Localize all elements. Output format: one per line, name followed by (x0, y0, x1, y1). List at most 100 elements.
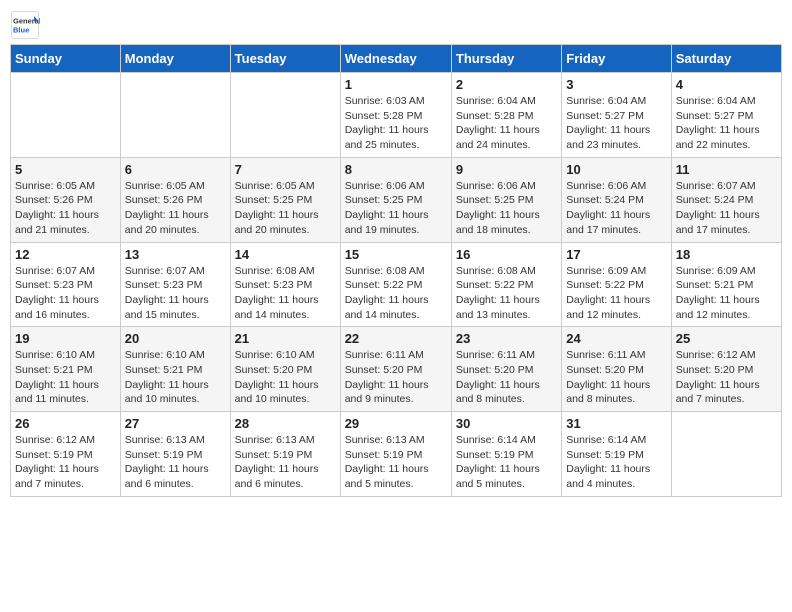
calendar-cell: 9 Sunrise: 6:06 AMSunset: 5:25 PMDaylight… (451, 157, 561, 242)
day-info: Sunrise: 6:11 AMSunset: 5:20 PMDaylight:… (566, 348, 666, 407)
calendar-cell (671, 412, 781, 497)
header-cell-thursday: Thursday (451, 45, 561, 73)
calendar-cell: 1 Sunrise: 6:03 AMSunset: 5:28 PMDaylight… (340, 73, 451, 158)
calendar-cell: 5 Sunrise: 6:05 AMSunset: 5:26 PMDaylight… (11, 157, 121, 242)
calendar-cell: 16 Sunrise: 6:08 AMSunset: 5:22 PMDayligh… (451, 242, 561, 327)
calendar-cell: 24 Sunrise: 6:11 AMSunset: 5:20 PMDayligh… (562, 327, 671, 412)
calendar-header-row: SundayMondayTuesdayWednesdayThursdayFrid… (11, 45, 782, 73)
day-info: Sunrise: 6:12 AMSunset: 5:20 PMDaylight:… (676, 348, 777, 407)
day-number: 2 (456, 77, 557, 92)
day-number: 29 (345, 416, 447, 431)
day-number: 4 (676, 77, 777, 92)
header-cell-friday: Friday (562, 45, 671, 73)
calendar-week-1: 1 Sunrise: 6:03 AMSunset: 5:28 PMDaylight… (11, 73, 782, 158)
calendar-cell: 6 Sunrise: 6:05 AMSunset: 5:26 PMDaylight… (120, 157, 230, 242)
day-info: Sunrise: 6:11 AMSunset: 5:20 PMDaylight:… (345, 348, 447, 407)
day-info: Sunrise: 6:10 AMSunset: 5:21 PMDaylight:… (15, 348, 116, 407)
day-info: Sunrise: 6:13 AMSunset: 5:19 PMDaylight:… (125, 433, 226, 492)
day-info: Sunrise: 6:04 AMSunset: 5:27 PMDaylight:… (566, 94, 666, 153)
day-number: 6 (125, 162, 226, 177)
header-cell-sunday: Sunday (11, 45, 121, 73)
calendar-cell (230, 73, 340, 158)
calendar-cell: 3Sunrise: 6:04 AMSunset: 5:27 PMDaylight… (562, 73, 671, 158)
calendar-cell: 30Sunrise: 6:14 AMSunset: 5:19 PMDayligh… (451, 412, 561, 497)
calendar-cell: 27 Sunrise: 6:13 AMSunset: 5:19 PMDayligh… (120, 412, 230, 497)
calendar-cell: 23 Sunrise: 6:11 AMSunset: 5:20 PMDayligh… (451, 327, 561, 412)
calendar-table: SundayMondayTuesdayWednesdayThursdayFrid… (10, 44, 782, 497)
day-info: Sunrise: 6:11 AMSunset: 5:20 PMDaylight:… (456, 348, 557, 407)
day-info: Sunrise: 6:08 AMSunset: 5:22 PMDaylight:… (345, 264, 447, 323)
calendar-cell: 17 Sunrise: 6:09 AMSunset: 5:22 PMDayligh… (562, 242, 671, 327)
logo-icon: General Blue (10, 10, 40, 40)
calendar-cell: 28Sunrise: 6:13 AMSunset: 5:19 PMDayligh… (230, 412, 340, 497)
day-number: 23 (456, 331, 557, 346)
header-cell-monday: Monday (120, 45, 230, 73)
calendar-cell: 7Sunrise: 6:05 AMSunset: 5:25 PMDaylight… (230, 157, 340, 242)
day-number: 18 (676, 247, 777, 262)
day-number: 12 (15, 247, 116, 262)
svg-text:Blue: Blue (13, 26, 29, 35)
day-info: Sunrise: 6:08 AMSunset: 5:23 PMDaylight:… (235, 264, 336, 323)
day-info: Sunrise: 6:05 AMSunset: 5:26 PMDaylight:… (15, 179, 116, 238)
day-info: Sunrise: 6:10 AMSunset: 5:20 PMDaylight:… (235, 348, 336, 407)
day-number: 1 (345, 77, 447, 92)
calendar-cell: 8 Sunrise: 6:06 AMSunset: 5:25 PMDaylight… (340, 157, 451, 242)
page-header: General Blue (10, 10, 782, 40)
calendar-cell: 15 Sunrise: 6:08 AMSunset: 5:22 PMDayligh… (340, 242, 451, 327)
calendar-cell: 22Sunrise: 6:11 AMSunset: 5:20 PMDayligh… (340, 327, 451, 412)
calendar-cell: 25 Sunrise: 6:12 AMSunset: 5:20 PMDayligh… (671, 327, 781, 412)
day-number: 9 (456, 162, 557, 177)
day-info: Sunrise: 6:05 AMSunset: 5:26 PMDaylight:… (125, 179, 226, 238)
calendar-cell: 12Sunrise: 6:07 AMSunset: 5:23 PMDayligh… (11, 242, 121, 327)
day-number: 26 (15, 416, 116, 431)
day-info: Sunrise: 6:07 AMSunset: 5:24 PMDaylight:… (676, 179, 777, 238)
header-cell-tuesday: Tuesday (230, 45, 340, 73)
calendar-cell: 26 Sunrise: 6:12 AMSunset: 5:19 PMDayligh… (11, 412, 121, 497)
calendar-cell: 10Sunrise: 6:06 AMSunset: 5:24 PMDayligh… (562, 157, 671, 242)
day-info: Sunrise: 6:09 AMSunset: 5:22 PMDaylight:… (566, 264, 666, 323)
day-info: Sunrise: 6:09 AMSunset: 5:21 PMDaylight:… (676, 264, 777, 323)
calendar-cell: 21 Sunrise: 6:10 AMSunset: 5:20 PMDayligh… (230, 327, 340, 412)
calendar-body: 1 Sunrise: 6:03 AMSunset: 5:28 PMDaylight… (11, 73, 782, 497)
day-info: Sunrise: 6:03 AMSunset: 5:28 PMDaylight:… (345, 94, 447, 153)
day-info: Sunrise: 6:04 AMSunset: 5:28 PMDaylight:… (456, 94, 557, 153)
calendar-cell (120, 73, 230, 158)
day-info: Sunrise: 6:06 AMSunset: 5:25 PMDaylight:… (456, 179, 557, 238)
day-number: 5 (15, 162, 116, 177)
day-number: 30 (456, 416, 557, 431)
day-number: 15 (345, 247, 447, 262)
day-number: 25 (676, 331, 777, 346)
day-info: Sunrise: 6:05 AMSunset: 5:25 PMDaylight:… (235, 179, 336, 238)
calendar-cell: 14 Sunrise: 6:08 AMSunset: 5:23 PMDayligh… (230, 242, 340, 327)
calendar-week-2: 5 Sunrise: 6:05 AMSunset: 5:26 PMDaylight… (11, 157, 782, 242)
calendar-cell: 29 Sunrise: 6:13 AMSunset: 5:19 PMDayligh… (340, 412, 451, 497)
day-number: 20 (125, 331, 226, 346)
logo: General Blue (10, 10, 40, 40)
day-number: 27 (125, 416, 226, 431)
day-number: 14 (235, 247, 336, 262)
day-number: 24 (566, 331, 666, 346)
day-info: Sunrise: 6:13 AMSunset: 5:19 PMDaylight:… (235, 433, 336, 492)
day-info: Sunrise: 6:14 AMSunset: 5:19 PMDaylight:… (566, 433, 666, 492)
day-number: 31 (566, 416, 666, 431)
day-info: Sunrise: 6:06 AMSunset: 5:24 PMDaylight:… (566, 179, 666, 238)
day-number: 16 (456, 247, 557, 262)
calendar-cell: 20 Sunrise: 6:10 AMSunset: 5:21 PMDayligh… (120, 327, 230, 412)
calendar-cell: 13Sunrise: 6:07 AMSunset: 5:23 PMDayligh… (120, 242, 230, 327)
day-info: Sunrise: 6:07 AMSunset: 5:23 PMDaylight:… (125, 264, 226, 323)
day-number: 19 (15, 331, 116, 346)
day-info: Sunrise: 6:04 AMSunset: 5:27 PMDaylight:… (676, 94, 777, 153)
day-number: 8 (345, 162, 447, 177)
calendar-week-4: 19 Sunrise: 6:10 AMSunset: 5:21 PMDayligh… (11, 327, 782, 412)
calendar-cell: 2 Sunrise: 6:04 AMSunset: 5:28 PMDaylight… (451, 73, 561, 158)
day-number: 17 (566, 247, 666, 262)
calendar-cell: 18 Sunrise: 6:09 AMSunset: 5:21 PMDayligh… (671, 242, 781, 327)
day-info: Sunrise: 6:12 AMSunset: 5:19 PMDaylight:… (15, 433, 116, 492)
day-info: Sunrise: 6:10 AMSunset: 5:21 PMDaylight:… (125, 348, 226, 407)
day-number: 21 (235, 331, 336, 346)
day-info: Sunrise: 6:06 AMSunset: 5:25 PMDaylight:… (345, 179, 447, 238)
calendar-cell (11, 73, 121, 158)
day-number: 11 (676, 162, 777, 177)
day-info: Sunrise: 6:08 AMSunset: 5:22 PMDaylight:… (456, 264, 557, 323)
day-info: Sunrise: 6:13 AMSunset: 5:19 PMDaylight:… (345, 433, 447, 492)
